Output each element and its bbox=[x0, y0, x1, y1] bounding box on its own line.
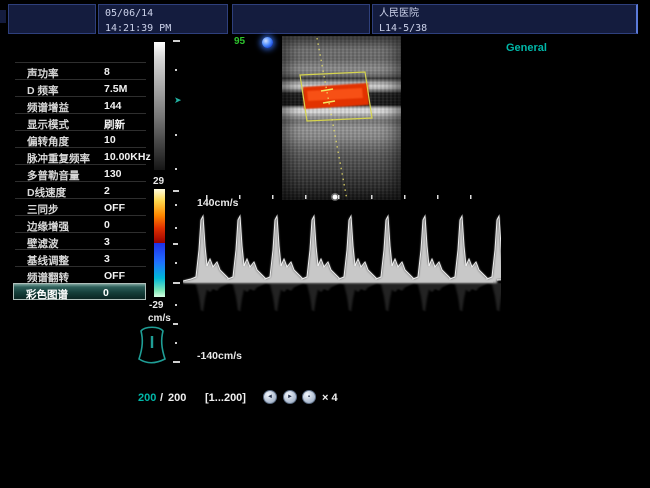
color-bar-positive bbox=[154, 189, 165, 243]
parameter-row[interactable]: 频谱翻转 OFF bbox=[15, 266, 146, 283]
velocity-max-label: 140cm/s bbox=[197, 197, 238, 209]
waveform-trace bbox=[183, 216, 501, 281]
info-panel-header: General bbox=[506, 42, 547, 55]
cine-total-frames: 200 bbox=[168, 392, 186, 404]
probe-model: L14-5/38 bbox=[373, 20, 636, 35]
green-index-value: 95 bbox=[234, 36, 245, 47]
parameter-value: 10.00KHz bbox=[104, 151, 151, 163]
parameter-value: 0 bbox=[103, 287, 109, 299]
parameter-value: 3 bbox=[104, 236, 110, 248]
info-panel: General bbox=[506, 42, 547, 68]
parameter-row[interactable]: 三同步 OFF bbox=[15, 198, 146, 215]
parameter-row[interactable]: 偏转角度 10 bbox=[15, 130, 146, 147]
parameter-panel: 声功率 8 D 频率 7.5M 频谱增益 144 显示模式 刷新 偏转角度 10… bbox=[15, 62, 146, 300]
color-scale-unit: cm/s bbox=[148, 313, 171, 324]
ultrasound-screen: 05/06/14 14:21:39 PM 人民医院 L14-5/38 声功率 8… bbox=[0, 0, 650, 488]
parameter-row[interactable]: 频谱增益 144 bbox=[15, 96, 146, 113]
grayscale-bar bbox=[154, 42, 165, 170]
topbar-logo-box bbox=[8, 4, 96, 34]
play-icon: ► bbox=[287, 394, 293, 400]
cine-current-frame: 200 bbox=[138, 392, 156, 404]
cine-range: [1...200] bbox=[205, 392, 246, 404]
stop-icon: ▪ bbox=[308, 394, 310, 400]
parameter-row[interactable]: D线速度 2 bbox=[15, 181, 146, 198]
parameter-value: 2 bbox=[104, 185, 110, 197]
parameter-row[interactable]: 壁滤波 3 bbox=[15, 232, 146, 249]
parameter-row[interactable]: 彩色图谱 0 bbox=[13, 283, 146, 300]
parameter-value: 7.5M bbox=[104, 83, 127, 95]
date-text: 05/06/14 bbox=[99, 5, 227, 20]
parameter-row[interactable]: 显示模式 刷新 bbox=[15, 113, 146, 130]
velocity-min-label: -140cm/s bbox=[197, 350, 242, 362]
spectral-doppler-area: 140cm/s -140cm/s bbox=[183, 190, 501, 368]
parameter-row[interactable]: 声功率 8 bbox=[15, 62, 146, 79]
parameter-value: 8 bbox=[104, 66, 110, 78]
time-text: 14:21:39 PM bbox=[99, 20, 227, 35]
parameter-row[interactable]: D 频率 7.5M bbox=[15, 79, 146, 96]
parameter-row[interactable]: 脉冲重复频率 10.00KHz bbox=[15, 147, 146, 164]
stop-button[interactable]: ▪ bbox=[302, 390, 316, 404]
bmode-annotations bbox=[282, 36, 401, 200]
parameter-value: OFF bbox=[104, 270, 125, 282]
topbar-patient-box bbox=[232, 4, 370, 34]
color-doppler-bar bbox=[154, 189, 165, 297]
color-scale-max: 29 bbox=[153, 176, 164, 187]
cine-separator: / bbox=[160, 392, 163, 404]
prev-frame-button[interactable]: ◄ bbox=[263, 390, 277, 404]
parameter-value: 144 bbox=[104, 100, 122, 112]
color-bar-negative bbox=[154, 243, 165, 297]
sweep-position-dot bbox=[333, 195, 338, 200]
parameter-value: 10 bbox=[104, 134, 116, 146]
parameter-row[interactable]: 基线调整 3 bbox=[15, 249, 146, 266]
parameter-row[interactable]: 边缘增强 0 bbox=[15, 215, 146, 232]
parameter-value: OFF bbox=[104, 202, 125, 214]
topbar-datetime-box: 05/06/14 14:21:39 PM bbox=[98, 4, 228, 34]
parameter-value: 130 bbox=[104, 168, 122, 180]
play-button[interactable]: ► bbox=[283, 390, 297, 404]
frame-sliver bbox=[0, 10, 6, 23]
parameter-label: 彩色图谱 bbox=[26, 287, 68, 302]
parameter-value: 3 bbox=[104, 253, 110, 265]
topbar-hospital-box: 人民医院 L14-5/38 bbox=[372, 4, 638, 34]
focus-marker-icon: ➤ bbox=[174, 95, 182, 106]
spectral-waveform bbox=[183, 190, 501, 368]
parameter-value: 0 bbox=[104, 219, 110, 231]
color-scale-min: -29 bbox=[149, 300, 163, 311]
parameter-row[interactable]: 多普勒音量 130 bbox=[15, 164, 146, 181]
body-marker-icon bbox=[136, 324, 168, 366]
waveform-fill bbox=[183, 216, 501, 283]
cine-speed: × 4 bbox=[322, 392, 338, 404]
prev-icon: ◄ bbox=[267, 394, 273, 400]
status-led-icon bbox=[262, 37, 273, 48]
waveform-mirror bbox=[183, 282, 501, 312]
hospital-name: 人民医院 bbox=[373, 5, 636, 20]
